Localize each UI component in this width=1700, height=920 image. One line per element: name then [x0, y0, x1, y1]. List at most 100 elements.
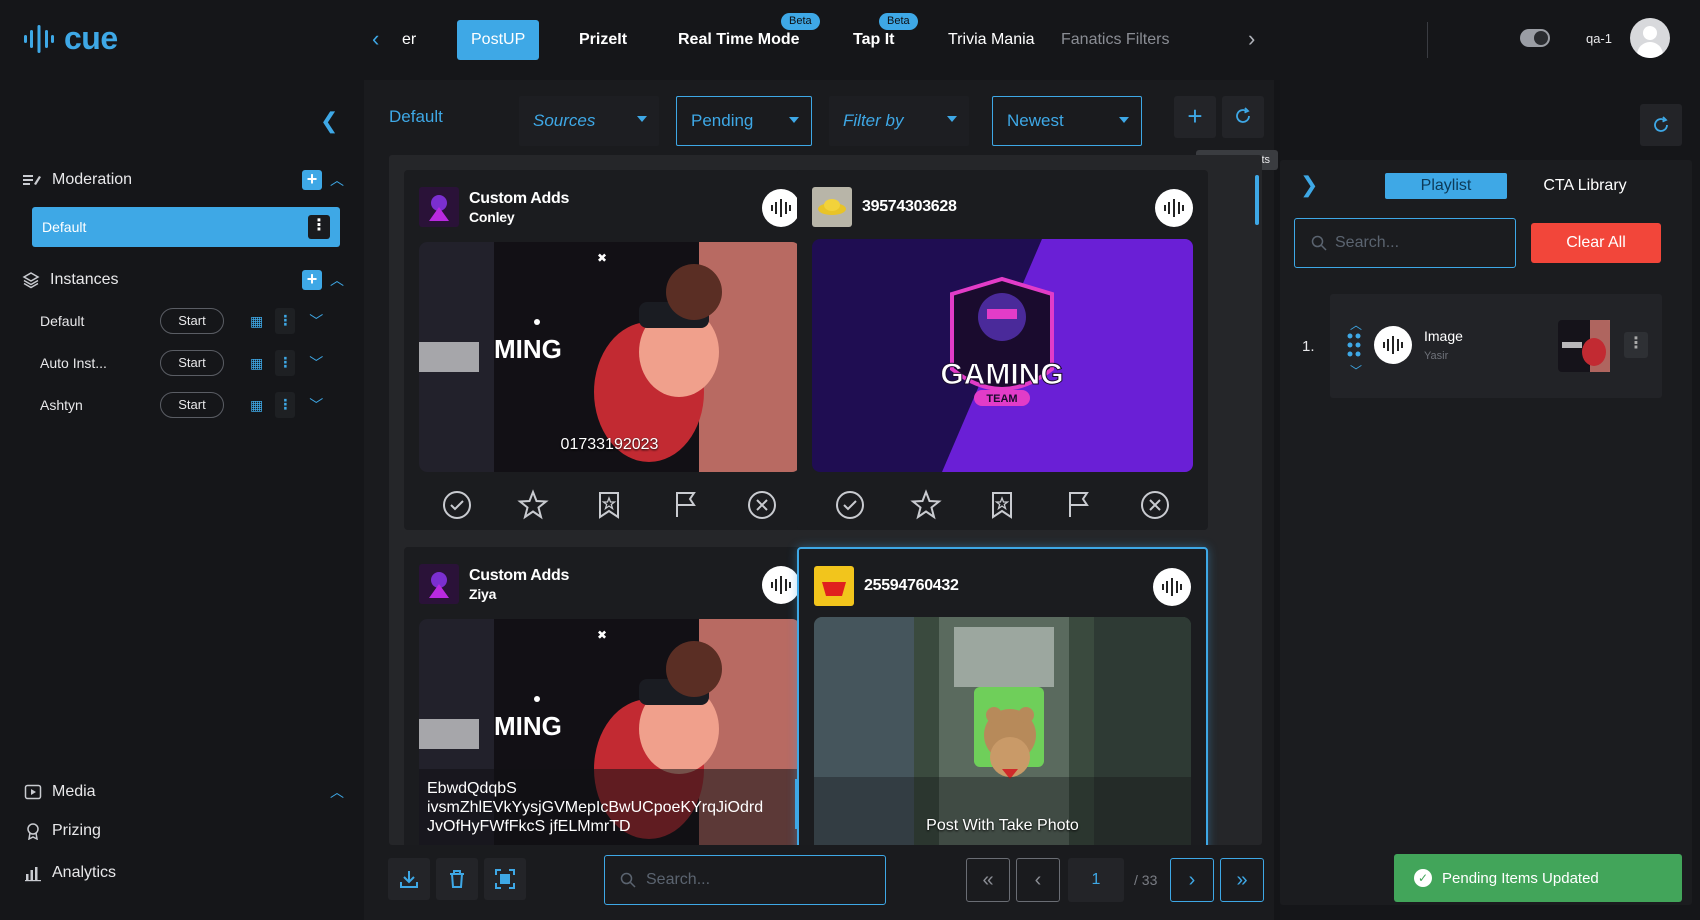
tab-prizeit[interactable]: PrizeIt: [579, 20, 627, 60]
cue-badge-icon[interactable]: [762, 189, 800, 227]
first-page-button[interactable]: «: [966, 858, 1010, 902]
instance-start-button[interactable]: Start: [160, 392, 224, 418]
caption-line: EbwdQdqbS: [427, 780, 517, 797]
approve-icon[interactable]: [832, 487, 868, 523]
qr-code-icon[interactable]: ▦: [250, 313, 263, 330]
chevron-down-icon[interactable]: ﹀: [1350, 362, 1362, 379]
tab-trivia-mania[interactable]: Trivia Mania: [948, 20, 1035, 60]
next-page-button[interactable]: ›: [1170, 858, 1214, 902]
media-icon: [24, 784, 42, 800]
bookmark-star-icon[interactable]: [591, 487, 627, 523]
chevron-down-icon[interactable]: ﹀: [309, 395, 323, 415]
playlist-item[interactable]: ︿ ﹀ Image Yasir ⋮: [1330, 294, 1662, 398]
qr-code-icon[interactable]: ▦: [250, 355, 263, 372]
chevron-up-icon[interactable]: ︿: [1350, 316, 1362, 333]
sources-label: Sources: [533, 111, 596, 130]
tabs-scroll-right-icon[interactable]: ›: [1248, 26, 1255, 52]
tab-fanatics-filters[interactable]: Fanatics Filters: [1061, 20, 1169, 60]
expand-panel-icon[interactable]: ❯: [1300, 172, 1318, 198]
post-card-selected[interactable]: 25594760432 Post With Take Photo: [797, 547, 1208, 845]
flag-icon[interactable]: [668, 487, 704, 523]
chevron-up-icon[interactable]: ︿: [330, 170, 344, 190]
avatar[interactable]: [1630, 18, 1670, 58]
download-button[interactable]: [388, 858, 430, 900]
select-all-button[interactable]: [484, 858, 526, 900]
instance-menu-button[interactable]: ⋮: [275, 350, 296, 376]
page-number-field[interactable]: 1: [1068, 858, 1124, 902]
playlist-search-input[interactable]: [1335, 234, 1505, 252]
search-icon: [620, 872, 636, 888]
post-card[interactable]: Custom Adds Conley MING ✖ 01733192023: [404, 170, 815, 530]
tab-real-time-mode[interactable]: Real Time Mode Beta: [678, 13, 820, 60]
star-icon[interactable]: [908, 487, 944, 523]
bookmark-star-icon[interactable]: [984, 487, 1020, 523]
caption-line: JvOfHyFWfFkcS jfELMmrTD: [427, 818, 631, 835]
reject-icon[interactable]: [744, 487, 780, 523]
post-image[interactable]: MING ✖ EbwdQdqbS ivsmZhlEVkYysjGVMepIcBw…: [419, 619, 800, 845]
tabs-scroll-left-icon[interactable]: ‹: [372, 26, 379, 52]
posts-search-input[interactable]: [646, 871, 866, 889]
post-card[interactable]: Custom Adds Ziya MING ✖ EbwdQdqbS ivsmZh…: [404, 547, 815, 845]
filter-by-dropdown[interactable]: Filter by: [829, 96, 969, 146]
nav-media[interactable]: Media ︿: [24, 782, 344, 802]
tab-tap-it[interactable]: Tap It Beta: [853, 13, 918, 60]
gaming-team-text: TEAM: [986, 393, 1017, 405]
drag-handle-icon[interactable]: [1346, 332, 1362, 358]
playlist-item-menu-button[interactable]: ⋮: [1624, 332, 1648, 358]
prev-page-button[interactable]: ‹: [1016, 858, 1060, 902]
sort-dropdown[interactable]: Newest: [992, 96, 1142, 146]
instance-menu-button[interactable]: ⋮: [275, 308, 296, 334]
tab-playlist[interactable]: Playlist: [1385, 173, 1507, 199]
post-image[interactable]: Post With Take Photo: [814, 617, 1191, 845]
approve-icon[interactable]: [439, 487, 475, 523]
cue-badge-icon: [1374, 326, 1412, 364]
chevron-up-icon[interactable]: ︿: [330, 270, 344, 290]
add-post-button[interactable]: +: [1174, 96, 1216, 138]
collapse-sidebar-button[interactable]: ❮: [320, 108, 338, 134]
playlist-refresh-button[interactable]: [1640, 104, 1682, 146]
nav-analytics[interactable]: Analytics: [24, 864, 116, 882]
update-posts-button[interactable]: [1222, 96, 1264, 138]
sources-dropdown[interactable]: Sources: [519, 96, 659, 146]
cue-badge-icon[interactable]: [762, 566, 800, 604]
cue-badge-icon[interactable]: [1153, 568, 1191, 606]
analytics-icon: [25, 867, 41, 882]
post-header: Custom Adds Conley: [419, 185, 800, 229]
star-icon[interactable]: [515, 487, 551, 523]
instances-section[interactable]: Instances + ︿: [22, 270, 344, 290]
download-icon: [400, 871, 418, 888]
add-instance-button[interactable]: +: [302, 270, 322, 290]
chevron-down-icon[interactable]: ﹀: [309, 353, 323, 373]
instance-start-button[interactable]: Start: [160, 308, 224, 334]
tab-postup[interactable]: PostUP: [457, 20, 540, 60]
flag-icon[interactable]: [1061, 487, 1097, 523]
tab-er[interactable]: er: [402, 20, 416, 60]
status-dropdown[interactable]: Pending: [676, 96, 812, 146]
app-logo[interactable]: cue: [22, 20, 118, 57]
cue-badge-icon[interactable]: [1155, 189, 1193, 227]
playlist-search[interactable]: [1294, 218, 1516, 268]
delete-button[interactable]: [436, 858, 478, 900]
posts-search[interactable]: [604, 855, 886, 905]
beta-badge: Beta: [781, 13, 820, 30]
instance-menu-button[interactable]: ⋮: [275, 392, 296, 418]
clear-all-button[interactable]: Clear All: [1531, 223, 1661, 263]
qr-code-icon[interactable]: ▦: [250, 397, 263, 414]
last-page-button[interactable]: »: [1220, 858, 1264, 902]
theme-toggle-icon[interactable]: [1519, 29, 1550, 47]
default-item-menu-button[interactable]: ⋮: [308, 215, 330, 239]
tab-cta-library[interactable]: CTA Library: [1535, 173, 1635, 199]
post-image[interactable]: GAMING TEAM: [812, 239, 1193, 472]
nav-prizing[interactable]: Prizing: [24, 822, 101, 840]
chevron-up-icon[interactable]: ︿: [330, 782, 344, 802]
post-card[interactable]: 39574303628 GAMING TEAM: [797, 170, 1208, 530]
grid-scrollbar[interactable]: [1255, 175, 1259, 225]
total-pages: / 33: [1134, 872, 1158, 888]
reject-icon[interactable]: [1137, 487, 1173, 523]
post-image[interactable]: MING ✖ 01733192023: [419, 242, 800, 472]
moderation-default-item[interactable]: Default ⋮: [32, 207, 340, 247]
add-moderation-button[interactable]: +: [302, 170, 322, 190]
instance-start-button[interactable]: Start: [160, 350, 224, 376]
moderation-section[interactable]: Moderation + ︿: [22, 170, 344, 190]
chevron-down-icon[interactable]: ﹀: [309, 311, 323, 331]
